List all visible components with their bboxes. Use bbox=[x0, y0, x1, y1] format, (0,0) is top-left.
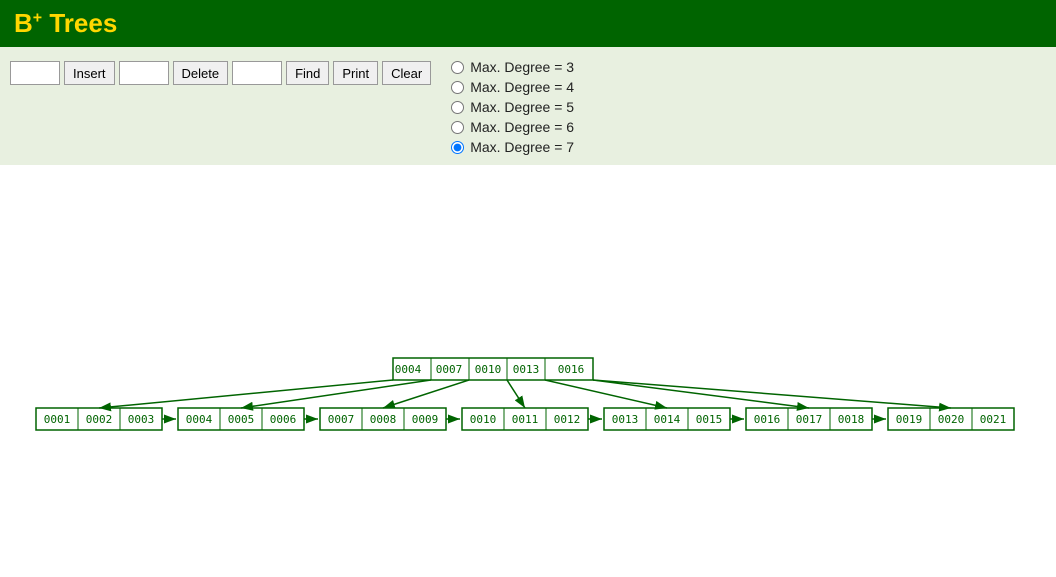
degree-3-radio[interactable] bbox=[451, 61, 464, 74]
svg-text:0003: 0003 bbox=[128, 413, 155, 426]
toolbar: Insert Delete Find Print Clear bbox=[10, 57, 431, 85]
degree-7-radio[interactable] bbox=[451, 141, 464, 154]
svg-text:0018: 0018 bbox=[838, 413, 865, 426]
svg-text:0004: 0004 bbox=[186, 413, 213, 426]
root-key-4: 0016 bbox=[558, 363, 585, 376]
insert-input[interactable] bbox=[10, 61, 60, 85]
app-title: B+ Trees bbox=[14, 8, 117, 39]
degree-3-option[interactable]: Max. Degree = 3 bbox=[451, 59, 574, 75]
svg-text:0020: 0020 bbox=[938, 413, 965, 426]
delete-input[interactable] bbox=[119, 61, 169, 85]
root-key-0: 0004 bbox=[395, 363, 422, 376]
svg-text:0008: 0008 bbox=[370, 413, 397, 426]
degree-6-option[interactable]: Max. Degree = 6 bbox=[451, 119, 574, 135]
svg-text:0001: 0001 bbox=[44, 413, 71, 426]
svg-text:0007: 0007 bbox=[328, 413, 355, 426]
degree-4-option[interactable]: Max. Degree = 4 bbox=[451, 79, 574, 95]
degree-6-radio[interactable] bbox=[451, 121, 464, 134]
svg-text:0017: 0017 bbox=[796, 413, 823, 426]
svg-text:0019: 0019 bbox=[896, 413, 923, 426]
svg-text:0006: 0006 bbox=[270, 413, 297, 426]
root-key-1: 0007 bbox=[436, 363, 463, 376]
degree-7-option[interactable]: Max. Degree = 7 bbox=[451, 139, 574, 155]
svg-text:0011: 0011 bbox=[512, 413, 539, 426]
find-input[interactable] bbox=[232, 61, 282, 85]
svg-text:0010: 0010 bbox=[470, 413, 497, 426]
svg-text:0012: 0012 bbox=[554, 413, 581, 426]
find-button[interactable]: Find bbox=[286, 61, 329, 85]
print-button[interactable]: Print bbox=[333, 61, 378, 85]
delete-button[interactable]: Delete bbox=[173, 61, 229, 85]
degree-5-option[interactable]: Max. Degree = 5 bbox=[451, 99, 574, 115]
svg-text:0014: 0014 bbox=[654, 413, 681, 426]
tree-canvas: 0004 0007 0010 0013 0016 0001 0002 0003 … bbox=[0, 165, 1056, 505]
degree-4-radio[interactable] bbox=[451, 81, 464, 94]
insert-button[interactable]: Insert bbox=[64, 61, 115, 85]
degree-radio-panel: Max. Degree = 3 Max. Degree = 4 Max. Deg… bbox=[451, 57, 574, 155]
svg-text:0015: 0015 bbox=[696, 413, 723, 426]
svg-text:0013: 0013 bbox=[612, 413, 639, 426]
svg-text:0002: 0002 bbox=[86, 413, 113, 426]
root-key-3: 0013 bbox=[513, 363, 540, 376]
svg-text:0009: 0009 bbox=[412, 413, 439, 426]
svg-text:0016: 0016 bbox=[754, 413, 781, 426]
clear-button[interactable]: Clear bbox=[382, 61, 431, 85]
degree-5-radio[interactable] bbox=[451, 101, 464, 114]
app-header: B+ Trees bbox=[0, 0, 1056, 47]
toolbar-area: Insert Delete Find Print Clear Max. Degr… bbox=[0, 47, 1056, 165]
tree-diagram: 0004 0007 0010 0013 0016 0001 0002 0003 … bbox=[0, 165, 1056, 505]
root-key-2: 0010 bbox=[475, 363, 502, 376]
svg-text:0021: 0021 bbox=[980, 413, 1007, 426]
svg-text:0005: 0005 bbox=[228, 413, 255, 426]
